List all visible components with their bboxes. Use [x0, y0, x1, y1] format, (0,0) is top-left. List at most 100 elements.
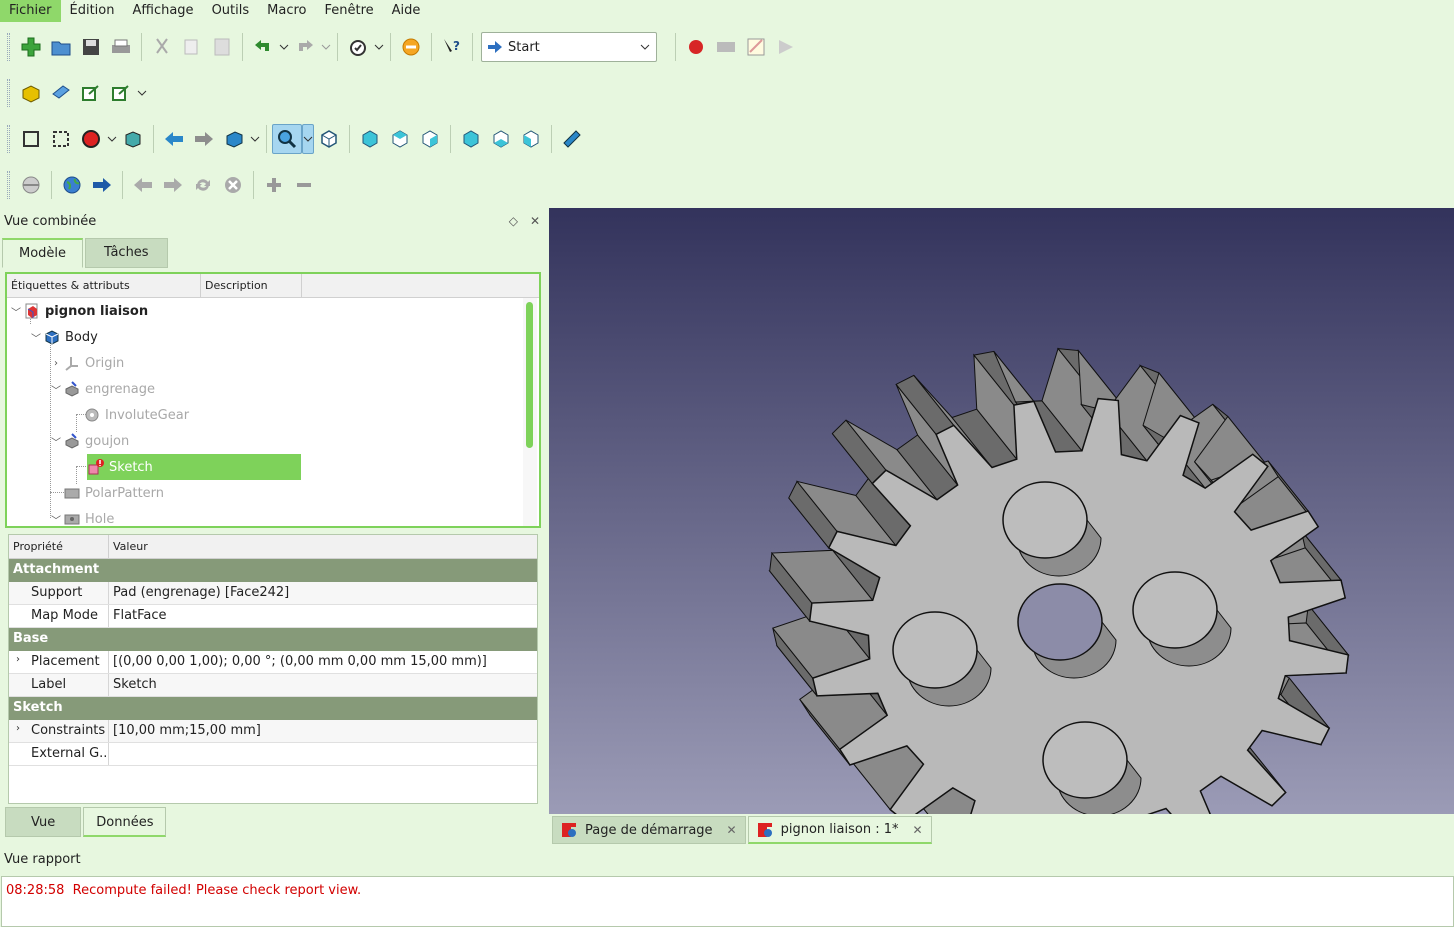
report-view[interactable]: 08:28:58 Recompute failed! Please check … — [1, 876, 1454, 927]
redo-dropdown-icon[interactable] — [320, 32, 332, 62]
link-icon[interactable] — [106, 78, 136, 108]
draw-style-icon[interactable] — [76, 124, 106, 154]
view-top-icon[interactable] — [385, 124, 415, 154]
fit-all-icon[interactable] — [16, 124, 46, 154]
export-icon[interactable] — [76, 78, 106, 108]
view-isometric-icon[interactable] — [314, 124, 344, 154]
property-group-attachment[interactable]: Attachment — [9, 559, 537, 582]
draw-style-dropdown-icon[interactable] — [106, 124, 118, 154]
copy-icon[interactable] — [177, 32, 207, 62]
save-icon[interactable] — [76, 32, 106, 62]
expand-icon[interactable]: ﹀ — [49, 512, 63, 527]
tree-item-engrenage[interactable]: ﹀ engrenage — [49, 376, 155, 402]
zoom-icon[interactable] — [272, 124, 302, 154]
expand-icon[interactable]: › — [16, 654, 20, 665]
paste-icon[interactable] — [207, 32, 237, 62]
undo-icon[interactable] — [248, 32, 278, 62]
view-front-icon[interactable] — [355, 124, 385, 154]
menu-outils[interactable]: Outils — [203, 0, 259, 22]
redo-icon[interactable] — [290, 32, 320, 62]
globe-icon[interactable] — [57, 170, 87, 200]
tab-taches[interactable]: Tâches — [85, 238, 168, 268]
refresh-dropdown-icon[interactable] — [373, 32, 385, 62]
tree-item-origin[interactable]: › Origin — [49, 350, 124, 376]
view-left-icon[interactable] — [516, 124, 546, 154]
nav-back-icon[interactable] — [159, 124, 189, 154]
web-refresh-icon[interactable] — [188, 170, 218, 200]
tab-vue[interactable]: Vue — [5, 807, 82, 837]
collapse-icon[interactable]: › — [49, 358, 63, 369]
expand-icon[interactable]: ﹀ — [9, 304, 23, 319]
execute-macro-icon[interactable] — [771, 32, 801, 62]
bounding-box-icon[interactable] — [118, 124, 148, 154]
property-row-label[interactable]: Label Sketch — [9, 674, 537, 697]
menu-fichier[interactable]: Fichier — [0, 0, 61, 22]
3d-viewport[interactable] — [549, 208, 1454, 814]
body-icon[interactable] — [46, 78, 76, 108]
view-bottom-icon[interactable] — [486, 124, 516, 154]
new-icon[interactable] — [16, 32, 46, 62]
property-value[interactable]: Sketch — [109, 674, 161, 696]
menu-edition[interactable]: Édition — [61, 0, 124, 22]
part-icon[interactable] — [16, 78, 46, 108]
tree-item-sketch[interactable]: Sketch — [87, 454, 301, 480]
stop-recompute-icon[interactable] — [396, 32, 426, 62]
open-icon[interactable] — [46, 32, 76, 62]
refresh-icon[interactable] — [343, 32, 373, 62]
print-icon[interactable] — [106, 32, 136, 62]
menu-aide[interactable]: Aide — [383, 0, 430, 22]
tree-scrollbar[interactable] — [523, 298, 537, 526]
menu-fenetre[interactable]: Fenêtre — [315, 0, 382, 22]
close-icon[interactable]: ✕ — [530, 214, 540, 228]
expand-icon[interactable]: ﹀ — [49, 434, 63, 449]
open-url-icon[interactable] — [87, 170, 117, 200]
expand-icon[interactable]: ﹀ — [49, 382, 63, 397]
property-row-support[interactable]: Support Pad (engrenage) [Face242] — [9, 582, 537, 605]
view-box-icon[interactable] — [219, 124, 249, 154]
tree-item-document[interactable]: ﹀ pignon liaison — [9, 298, 148, 324]
property-value[interactable]: FlatFace — [109, 605, 171, 627]
tree-header-description[interactable]: Description — [201, 274, 302, 297]
tree-item-hole[interactable]: ﹀ Hole — [49, 506, 114, 527]
view-right-icon[interactable] — [415, 124, 445, 154]
tab-donnees[interactable]: Données — [83, 807, 167, 837]
property-header-value[interactable]: Valeur — [109, 535, 537, 558]
property-group-sketch[interactable]: Sketch — [9, 697, 537, 720]
tree-item-polar-pattern[interactable]: PolarPattern — [63, 480, 164, 506]
nav-forward-icon[interactable] — [189, 124, 219, 154]
menu-macro[interactable]: Macro — [258, 0, 315, 22]
tree-item-goujon[interactable]: ﹀ goujon — [49, 428, 129, 454]
view-rear-icon[interactable] — [456, 124, 486, 154]
tree-header-labels[interactable]: Étiquettes & attributs — [7, 274, 201, 297]
property-value[interactable]: [(0,00 0,00 1,00); 0,00 °; (0,00 mm 0,00… — [109, 651, 491, 673]
link-dropdown-icon[interactable] — [136, 78, 148, 108]
tree-scrollbar-thumb[interactable] — [526, 302, 533, 448]
float-icon[interactable]: ◇ — [509, 214, 518, 228]
web-stop-icon[interactable] — [218, 170, 248, 200]
web-forward-icon[interactable] — [158, 170, 188, 200]
whats-this-icon[interactable]: ? — [437, 32, 467, 62]
cut-icon[interactable] — [147, 32, 177, 62]
toolbar-grip[interactable] — [7, 125, 10, 153]
zoom-in-icon[interactable] — [259, 170, 289, 200]
close-icon[interactable]: ✕ — [727, 823, 737, 837]
toolbar-grip[interactable] — [7, 79, 10, 107]
close-icon[interactable]: ✕ — [912, 823, 922, 837]
property-value[interactable] — [109, 743, 117, 765]
workbench-selector[interactable]: Start — [481, 32, 657, 62]
tab-modele[interactable]: Modèle — [2, 238, 84, 268]
property-row-external-geometry[interactable]: External G... — [9, 743, 537, 766]
doc-tab-pignon[interactable]: pignon liaison : 1* ✕ — [747, 816, 932, 844]
property-row-constraints[interactable]: › Constraints [10,00 mm;15,00 mm] — [9, 720, 537, 743]
toolbar-grip[interactable] — [7, 33, 10, 61]
expand-icon[interactable]: ﹀ — [29, 330, 43, 345]
property-value[interactable]: Pad (engrenage) [Face242] — [109, 582, 293, 604]
zoom-dropdown-icon[interactable] — [302, 124, 314, 154]
stop-macro-icon[interactable] — [711, 32, 741, 62]
undo-dropdown-icon[interactable] — [278, 32, 290, 62]
measure-icon[interactable] — [557, 124, 587, 154]
record-macro-icon[interactable] — [681, 32, 711, 62]
tree-item-body[interactable]: ﹀ Body — [29, 324, 98, 350]
property-row-map-mode[interactable]: Map Mode FlatFace — [9, 605, 537, 628]
property-header-name[interactable]: Propriété — [9, 535, 109, 558]
